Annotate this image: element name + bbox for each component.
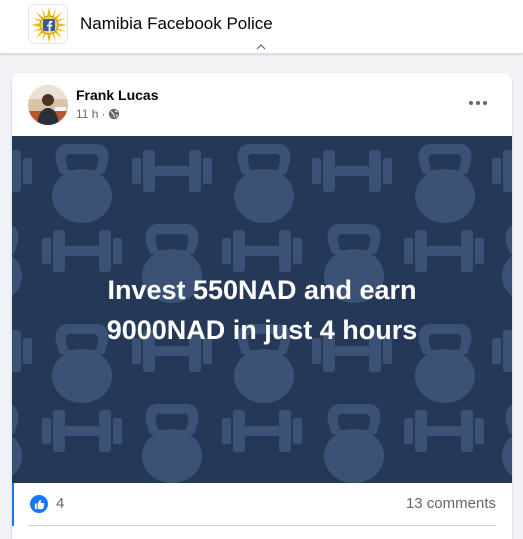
post-meta: 11 h · [76,107,120,121]
chevron-up-icon [256,44,266,50]
post-time[interactable]: 11 h [76,107,98,121]
post-text-line: 9000NAD in just 4 hours [106,315,418,345]
post-image[interactable]: Invest 550NAD and earn 9000NAD in just 4… [12,136,512,483]
reactions-row: 4 13 comments [12,483,512,525]
meta-separator: · [101,107,106,121]
group-name[interactable]: Namibia Facebook Police [80,14,273,34]
post-text: Invest 550NAD and earn 9000NAD in just 4… [12,270,512,350]
comments-count[interactable]: 13 comments [406,495,496,512]
reaction-count[interactable]: 4 [56,495,64,512]
divider [28,525,496,526]
author-avatar[interactable] [28,85,68,125]
globe-icon [109,108,120,120]
post-text-line: Invest 550NAD and earn [107,275,417,305]
facebook-police-badge-icon[interactable] [28,4,68,44]
author-name[interactable]: Frank Lucas [76,87,158,103]
like-icon[interactable] [30,495,48,513]
group-header: Namibia Facebook Police [0,0,523,54]
post-card: Frank Lucas 11 h · Invest 550NAD and ear… [12,73,512,539]
more-options-icon[interactable] [464,91,492,115]
